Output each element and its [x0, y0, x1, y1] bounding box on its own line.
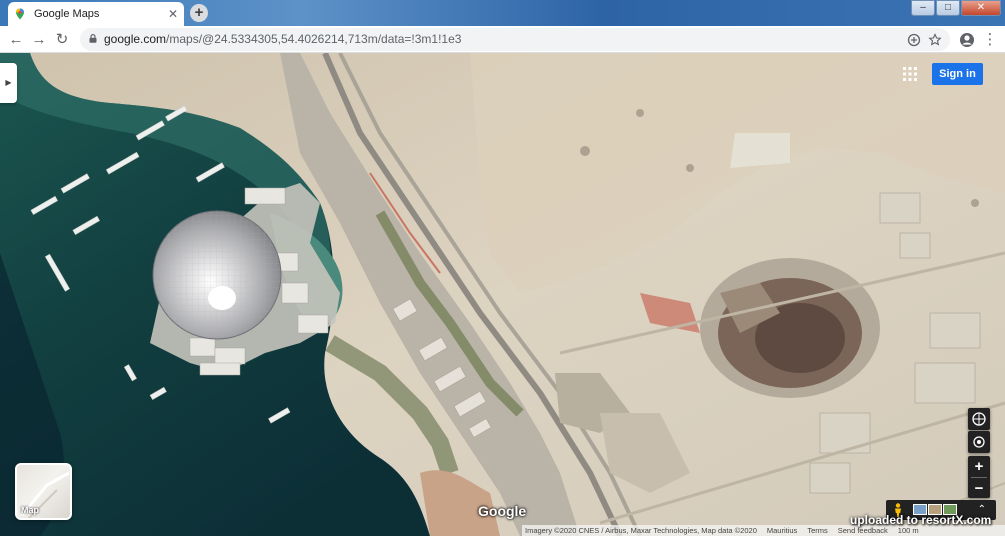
minimize-button[interactable]: – [911, 0, 935, 16]
back-button[interactable]: ← [6, 30, 26, 50]
browser-tab[interactable]: Google Maps ✕ [8, 2, 184, 26]
zoom-out-button[interactable]: − [968, 478, 990, 499]
url-domain: google.com [104, 32, 167, 46]
reload-button[interactable]: ↻ [52, 30, 72, 50]
tab-title: Google Maps [34, 8, 100, 20]
bookmark-star-icon[interactable] [927, 32, 943, 48]
browser-toolbar: ← → ↻ google.com/maps/@24.5334305,54.402… [0, 26, 1005, 53]
location-icon[interactable] [968, 431, 990, 453]
url-path: /maps/@24.5334305,54.4026214,713m/data=!… [166, 32, 462, 46]
send-feedback-link[interactable]: Send feedback [838, 526, 888, 535]
lock-icon [89, 34, 97, 43]
watermark-text: uploaded to resortX.com [850, 513, 992, 527]
profile-avatar-icon[interactable] [957, 30, 977, 50]
imagery-attribution: Imagery ©2020 CNES / Airbus, Maxar Techn… [525, 526, 757, 535]
zoom-in-button[interactable]: + [968, 456, 990, 477]
terms-link[interactable]: Terms [807, 526, 827, 535]
satellite-imagery[interactable] [0, 53, 1005, 536]
browser-menu-button[interactable]: ⋮ [980, 30, 1000, 50]
new-tab-button[interactable]: + [190, 4, 208, 22]
google-logo: Google [478, 503, 527, 519]
address-bar[interactable]: google.com/maps/@24.5334305,54.4026214,7… [80, 28, 950, 51]
map-layer-toggle[interactable]: Map [15, 463, 72, 520]
close-window-button[interactable]: ✕ [961, 0, 1001, 16]
browser-title-bar: Google Maps ✕ + – □ ✕ [0, 0, 1005, 26]
map-layer-label: Map [21, 505, 39, 515]
apps-grid-icon[interactable] [903, 67, 917, 81]
country-label[interactable]: Mauritius [767, 526, 797, 535]
compass-icon[interactable] [968, 408, 990, 430]
satellite-map-view[interactable]: ▶ Sign in Map + − ⌃ Google Imagery ©2020… [0, 53, 1005, 536]
maximize-button[interactable]: □ [936, 0, 960, 16]
url-text: google.com/maps/@24.5334305,54.4026214,7… [104, 32, 461, 46]
tab-close-icon[interactable]: ✕ [168, 7, 178, 21]
scale-label[interactable]: 100 m [898, 526, 919, 535]
google-maps-favicon [16, 8, 24, 20]
collapse-side-panel-button[interactable]: ▶ [0, 63, 17, 103]
window-controls: – □ ✕ [910, 0, 1001, 16]
zoom-control: + − [968, 456, 990, 498]
add-icon[interactable] [906, 32, 922, 48]
sign-in-button[interactable]: Sign in [932, 63, 983, 85]
forward-button[interactable]: → [29, 30, 49, 50]
